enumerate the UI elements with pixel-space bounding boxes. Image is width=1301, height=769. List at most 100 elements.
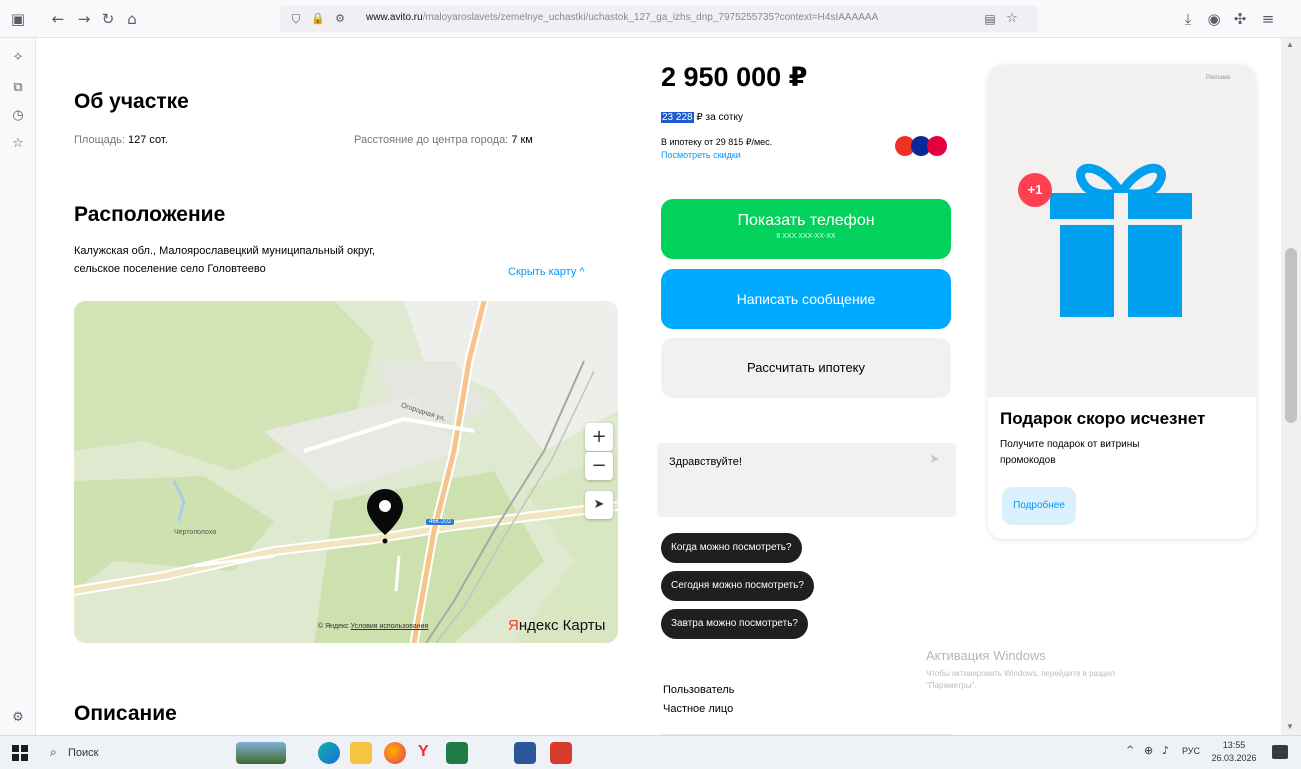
ad-more-button[interactable]: Подробнее <box>1002 487 1076 525</box>
mortgage-info: В ипотеку от 29 815 ₽/мес. <box>661 137 773 147</box>
clock-date: 26.03.2026 <box>1211 753 1257 763</box>
bookmark-star-icon[interactable]: ☆ <box>1002 9 1022 29</box>
map-pin-icon[interactable] <box>365 487 405 545</box>
reader-view-icon[interactable]: ▤ <box>980 9 1000 29</box>
distance-label: Расстояние до центра города: <box>354 134 509 146</box>
distance-param: Расстояние до центра города: 7 км <box>354 134 533 146</box>
taskbar-search[interactable]: ⌕ Поиск <box>40 740 220 766</box>
chat-input-value: Здравствуйте! <box>669 456 742 468</box>
bank-logos-shape <box>895 136 947 156</box>
network-icon[interactable]: ⊕ <box>1144 744 1153 757</box>
notifications-icon[interactable] <box>1272 745 1288 759</box>
watermark-line-2: "Параметры". <box>926 681 977 690</box>
zoom-in-button[interactable]: + <box>585 423 613 451</box>
about-heading: Об участке <box>74 90 189 113</box>
extensions-icon[interactable]: ✣ <box>1230 9 1250 29</box>
quick-reply-chip[interactable]: Завтра можно посмотреть? <box>661 609 808 639</box>
settings-gear-icon[interactable]: ⚙ <box>8 708 28 728</box>
synced-tabs-icon[interactable]: ⧉ <box>8 78 28 98</box>
zoom-out-button[interactable]: − <box>585 452 613 480</box>
firefox-icon[interactable] <box>384 742 406 764</box>
browser-sidebar: ✧ ⧉ ◷ ☆ ⚙ <box>0 38 36 735</box>
excel-icon[interactable] <box>446 742 468 764</box>
home-icon[interactable]: ⌂ <box>122 9 142 29</box>
search-placeholder: Поиск <box>68 747 99 759</box>
phone-mask: 8 XXX XXX-XX-XX <box>776 233 836 240</box>
price-per-unit-rest: ₽ за сотку <box>696 112 743 123</box>
download-icon[interactable]: ⤓ <box>1178 9 1198 29</box>
file-explorer-icon[interactable] <box>350 742 372 764</box>
back-arrow-icon[interactable]: ← <box>48 9 68 29</box>
ad-title: Подарок скоро исчезнет <box>1000 409 1206 428</box>
activation-watermark-text: Чтобы активировать Windows, перейдите в … <box>926 668 1115 692</box>
sidebar-toggle-icon[interactable]: ▣ <box>8 9 28 29</box>
yandex-logo-rest: ндекс Карты <box>518 617 606 634</box>
ad-tag: Реклама <box>1206 75 1231 81</box>
scroll-thumb[interactable] <box>1285 248 1297 423</box>
quick-reply-chip[interactable]: Сегодня можно посмотреть? <box>661 571 814 601</box>
tray-chevron-icon[interactable]: ^ <box>1126 745 1134 756</box>
discounts-link[interactable]: Посмотреть скидки <box>661 150 741 160</box>
activation-watermark-title: Активация Windows <box>926 648 1046 663</box>
price-per-unit-highlight: 23 228 <box>661 112 694 123</box>
ad-banner[interactable]: Реклама +1 Подарок скоро исчезнет Получи… <box>988 65 1256 539</box>
gift-shape <box>1050 163 1192 317</box>
history-icon[interactable]: ◷ <box>8 106 28 126</box>
address-line-1: Калужская обл., Малоярославецкий муницип… <box>74 245 376 257</box>
village-label: Чертополоха <box>174 529 217 536</box>
scroll-up-arrow-icon[interactable]: ▲ <box>1286 40 1294 49</box>
address: Калужская обл., Малоярославецкий муницип… <box>74 242 375 278</box>
page-scrollbar[interactable]: ▲ ▼ <box>1281 38 1301 735</box>
url-bar[interactable]: ⛉ 🔒 ⚙ www.avito.ru/maloyaroslavets/zemel… <box>280 6 1038 32</box>
area-param: Площадь: 127 сот. <box>74 134 168 146</box>
url-domain: www.avito.ru <box>366 12 423 23</box>
ai-chatbot-icon[interactable]: ✧ <box>8 48 28 68</box>
windows-taskbar: ⌕ Поиск Y ^ ⊕ ♪ РУС 13:55 26.03.2026 <box>0 735 1301 769</box>
yandex-map[interactable]: Огородная ул. Чертополоха 46К-202 + − ➤ … <box>74 301 618 643</box>
landscape-widget-icon[interactable] <box>236 742 286 764</box>
bookmarks-icon[interactable]: ☆ <box>8 134 28 154</box>
bank-logos-icon <box>893 134 957 158</box>
shield-icon[interactable]: ⛉ <box>286 9 306 29</box>
edge-icon[interactable] <box>318 742 340 764</box>
search-icon: ⌕ <box>50 745 57 759</box>
show-phone-button[interactable]: Показать телефон 8 XXX XXX-XX-XX <box>661 199 951 259</box>
address-line-2: сельское поселение село Головтеево <box>74 263 266 275</box>
ad-text-line-1: Получите подарок от витрины <box>1000 439 1140 450</box>
yandex-maps-logo[interactable]: Яндекс Карты <box>508 617 605 634</box>
language-indicator[interactable]: РУС <box>1182 746 1200 756</box>
windows-start-icon[interactable] <box>12 745 28 761</box>
price-per-unit: 23 228 ₽ за сотку <box>661 112 743 123</box>
map-attribution: © Яндекс Условия использования <box>318 623 428 630</box>
map-terms-link[interactable]: Условия использования <box>351 623 429 630</box>
reload-icon[interactable]: ↻ <box>98 9 118 29</box>
word-icon[interactable] <box>514 742 536 764</box>
forward-arrow-icon[interactable]: → <box>74 9 94 29</box>
pdf-reader-icon[interactable] <box>550 742 572 764</box>
map-copyright: © Яндекс <box>318 623 349 630</box>
account-icon[interactable]: ◉ <box>1204 9 1224 29</box>
send-arrow-icon[interactable]: ➤ <box>929 452 940 467</box>
price-value: 2 950 000 ₽ <box>661 62 808 92</box>
clock[interactable]: 13:55 26.03.2026 <box>1208 739 1260 765</box>
hide-map-link[interactable]: Скрыть карту ^ <box>508 266 585 278</box>
quick-reply-chip[interactable]: Когда можно посмотреть? <box>661 533 802 563</box>
permissions-icon[interactable]: ⚙ <box>330 9 350 29</box>
windows-logo-shape <box>12 745 28 761</box>
overflow-icon[interactable]: ≡ <box>1258 9 1278 29</box>
road-badge: 46К-202 <box>426 519 455 525</box>
map-pin-shape <box>367 489 403 544</box>
seller-type: Частное лицо <box>663 703 734 715</box>
write-message-button[interactable]: Написать сообщение <box>661 269 951 329</box>
ad-badge: +1 <box>1018 173 1052 207</box>
seller-name[interactable]: Пользователь <box>663 684 734 696</box>
speaker-icon[interactable]: ♪ <box>1162 744 1169 757</box>
ad-text-line-2: промокодов <box>1000 455 1056 466</box>
url-text[interactable]: www.avito.ru/maloyaroslavets/zemelnye_uc… <box>366 12 966 23</box>
calc-mortgage-button[interactable]: Рассчитать ипотеку <box>661 338 951 398</box>
chat-input[interactable]: Здравствуйте! ➤ <box>657 443 956 517</box>
geolocation-arrow-icon[interactable]: ➤ <box>585 491 613 519</box>
scroll-down-arrow-icon[interactable]: ▼ <box>1286 722 1294 731</box>
lock-icon[interactable]: 🔒 <box>308 9 328 29</box>
yandex-browser-icon[interactable]: Y <box>418 743 429 761</box>
